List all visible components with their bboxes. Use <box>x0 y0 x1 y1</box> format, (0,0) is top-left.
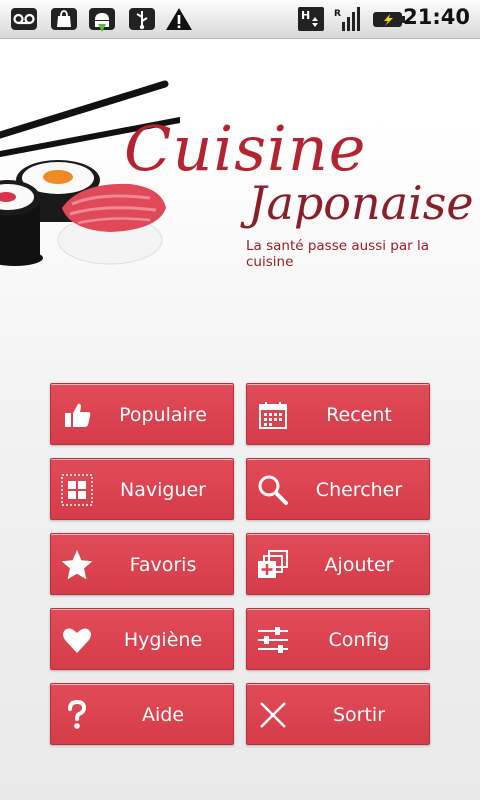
voicemail-icon <box>11 8 37 30</box>
app-title-line2: Japonaise <box>248 176 474 230</box>
status-bar: H R 21:40 <box>0 0 480 39</box>
recent-button[interactable]: Recent <box>246 383 430 445</box>
app-title-line1: Cuisine <box>124 112 367 185</box>
populaire-button[interactable]: Populaire <box>50 383 234 445</box>
favoris-label: Favoris <box>129 554 197 576</box>
android-download-icon <box>89 8 115 32</box>
naviguer-button[interactable]: Naviguer <box>50 458 234 520</box>
sliders-icon <box>258 627 288 653</box>
populaire-label: Populaire <box>119 404 207 426</box>
star-icon <box>61 550 93 580</box>
thumbs-up-icon <box>65 403 91 427</box>
recent-label: Recent <box>326 404 392 426</box>
svg-text:R: R <box>334 9 341 19</box>
chercher-label: Chercher <box>315 479 403 501</box>
heart-icon <box>63 628 91 653</box>
roaming-signal-icon: R <box>334 7 360 31</box>
hspa-icon: H <box>298 7 324 31</box>
question-icon <box>68 699 87 729</box>
bag-icon <box>51 8 77 30</box>
status-time: 21:40 <box>403 5 470 29</box>
sortir-label: Sortir <box>332 704 386 726</box>
ajouter-button[interactable]: Ajouter <box>246 533 430 595</box>
app-tagline: La santé passe aussi par la cuisine <box>246 238 429 270</box>
hygiene-button[interactable]: Hygiène <box>50 608 234 670</box>
aide-button[interactable]: Aide <box>50 683 234 745</box>
search-icon <box>258 475 288 505</box>
favoris-button[interactable]: Favoris <box>50 533 234 595</box>
battery-charging-icon <box>373 12 405 27</box>
add-icon <box>258 550 288 578</box>
ajouter-label: Ajouter <box>324 554 394 576</box>
hygiene-label: Hygiène <box>123 629 203 651</box>
config-button[interactable]: Config <box>246 608 430 670</box>
chercher-button[interactable]: Chercher <box>246 458 430 520</box>
config-label: Config <box>328 629 390 651</box>
grid-icon <box>61 474 93 506</box>
close-icon <box>260 702 286 728</box>
svg-text:H: H <box>301 9 310 22</box>
usb-icon <box>129 8 155 30</box>
sortir-button[interactable]: Sortir <box>246 683 430 745</box>
warning-icon <box>166 8 192 30</box>
calendar-icon <box>259 402 287 429</box>
naviguer-label: Naviguer <box>120 479 206 501</box>
aide-label: Aide <box>141 704 185 726</box>
